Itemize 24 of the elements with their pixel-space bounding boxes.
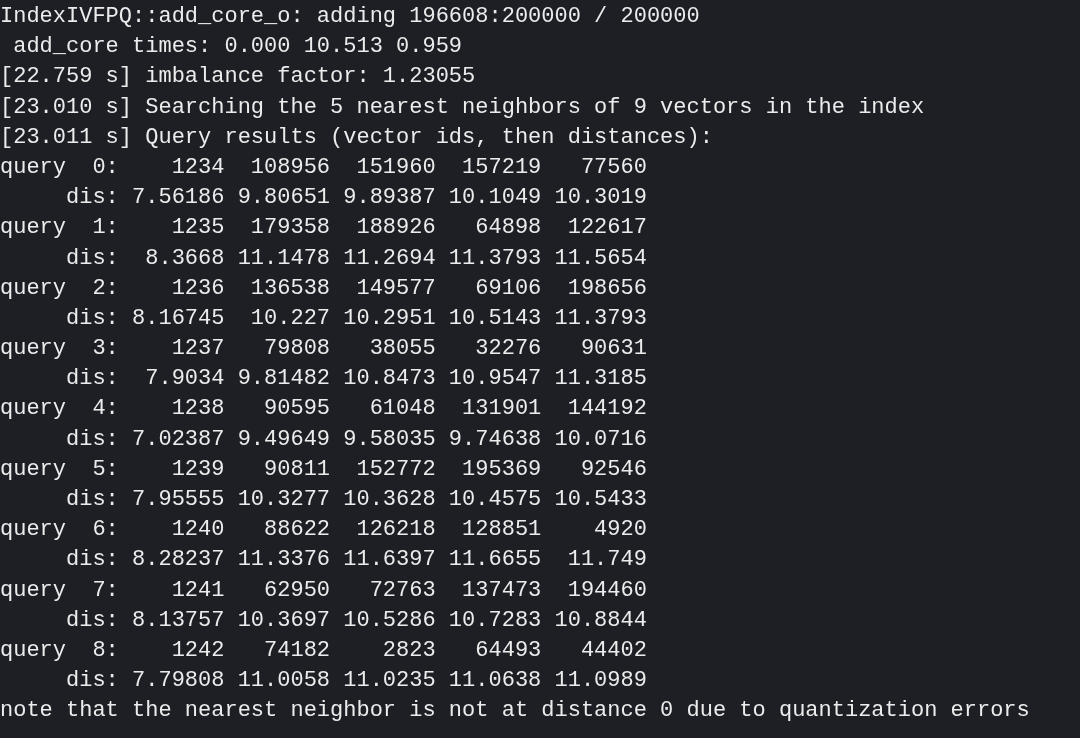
terminal-output-line: query 7: 1241 62950 72763 137473 194460 [0, 576, 647, 605]
terminal-output-line: dis: 8.16745 10.227 10.2951 10.5143 11.3793 [65, 304, 647, 333]
terminal-output-line: query 5: 1239 90811 152772 195369 92546 [0, 455, 647, 484]
terminal-output-line: [23.010 s] Searching the 5 nearest neighbors of 9 vectors in the index [0, 93, 925, 122]
terminal-output-line: query 0: 1234 108956 151960 157219 77560 [0, 153, 647, 182]
terminal-output-line: [23.011 s] Query results (vector ids, then distances): [0, 123, 713, 152]
terminal-output-line: query 8: 1242 74182 2823 64493 44402 [0, 636, 647, 665]
terminal-output-line: dis: 7.02387 9.49649 9.58035 9.74638 10.0716 [65, 425, 647, 454]
terminal-output-line: dis: 8.13757 10.3697 10.5286 10.7283 10.8844 [65, 606, 647, 635]
terminal-output-line: IndexIVFPQ::add_core_o: adding 196608:200000 / 200000 [0, 3, 700, 31]
terminal-output-line: dis: 7.79808 11.0058 11.0235 11.0638 11.0989 [65, 667, 647, 696]
terminal-output-line: dis: 8.28237 11.3376 11.6397 11.6655 11.749 [65, 546, 647, 575]
terminal-output-line: note that the nearest neighbor is not at distance 0 due to quantization errors [0, 697, 1030, 726]
terminal-output-line: query 3: 1237 79808 38055 32276 90631 [0, 335, 647, 364]
terminal-output-line: [22.759 s] imbalance factor: 1.23055 [0, 63, 476, 92]
terminal-output-line: query 2: 1236 136538 149577 69106 198656 [0, 274, 647, 303]
terminal-output-line: query 1: 1235 179358 188926 64898 122617 [0, 214, 647, 243]
terminal-output-line: add_core times: 0.000 10.513 0.959 [12, 33, 463, 62]
terminal-output-line: query 4: 1238 90595 61048 131901 144192 [0, 395, 647, 424]
terminal-output-line: dis: 7.56186 9.80651 9.89387 10.1049 10.3019 [65, 184, 647, 213]
terminal-output-line: dis: 7.95555 10.3277 10.3628 10.4575 10.5433 [65, 486, 647, 514]
terminal-output-line: dis: 7.9034 9.81482 10.8473 10.9547 11.3185 [65, 365, 647, 394]
terminal-output-line: query 6: 1240 88622 126218 128851 4920 [0, 516, 647, 545]
terminal-output-line: dis: 8.3668 11.1478 11.2694 11.3793 11.5654 [65, 244, 647, 273]
